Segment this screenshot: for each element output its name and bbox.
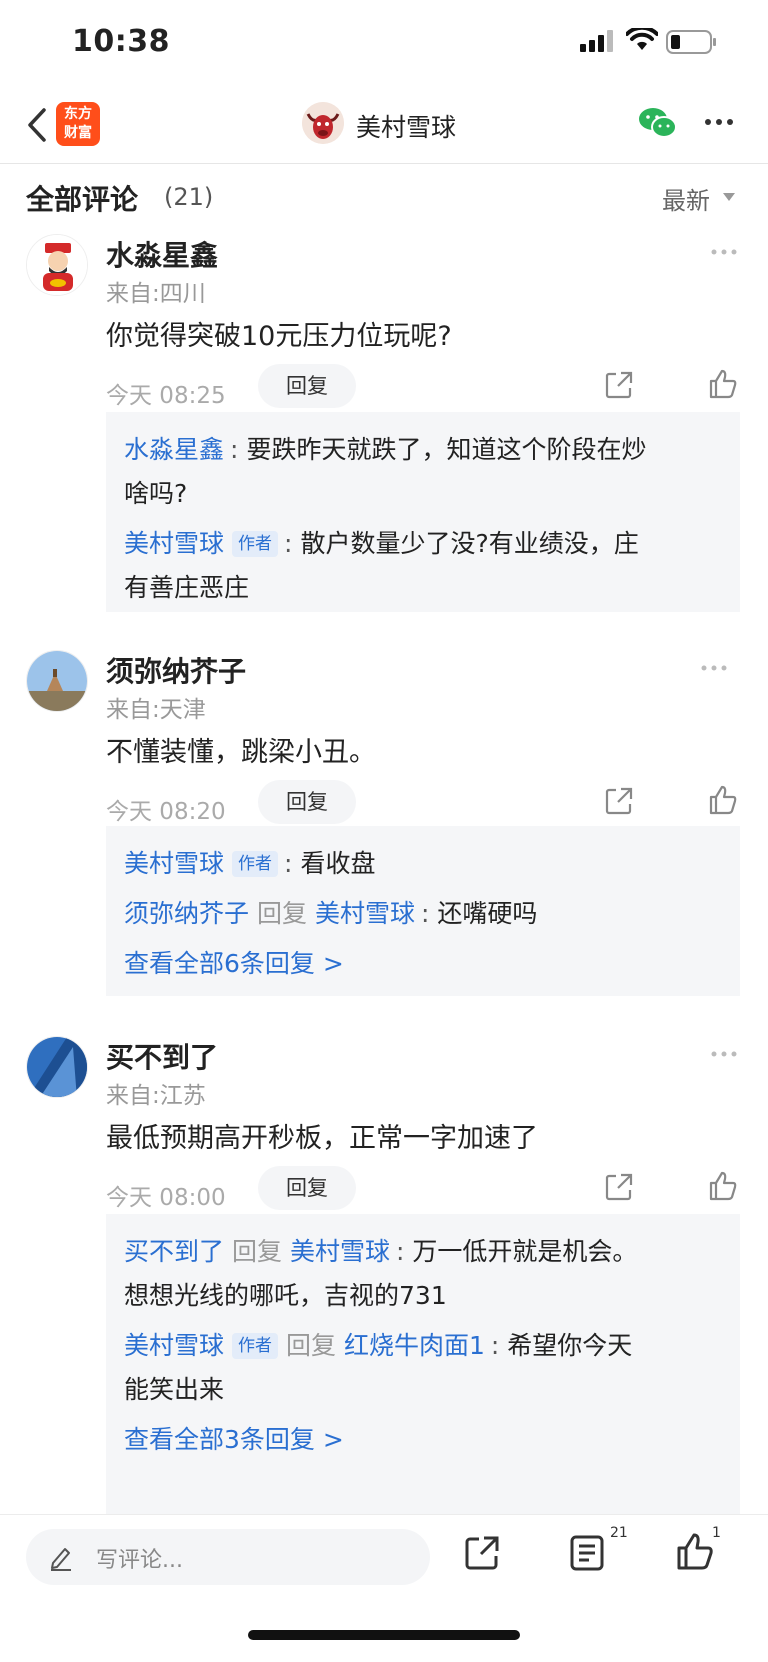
avatar[interactable] <box>26 1036 88 1098</box>
reply-line: 美村雪球 作者: 散户数量少了没?有业绩没，庄 有善庄恶庄 <box>124 529 639 602</box>
author-tag: 作者 <box>232 1333 279 1359</box>
comment-time: 今天 08:20 <box>106 799 226 825</box>
logo-line2: 财富 <box>64 125 92 141</box>
reply-text-cont: 有善庄恶庄 <box>124 573 250 602</box>
reply-text: 要跌昨天就跌了，知道这个阶段在炒 <box>246 435 647 464</box>
landscape-avatar-icon <box>27 651 87 711</box>
reply-user[interactable]: 须弥纳芥子 <box>124 899 249 928</box>
reply-text: 看收盘 <box>300 849 376 878</box>
reply-button[interactable]: 回复 <box>258 780 356 824</box>
comment-author[interactable]: 买不到了 <box>106 1036 218 1076</box>
blue-avatar-icon <box>27 1037 87 1097</box>
like-count-badge: 1 <box>712 1525 721 1541</box>
comments-title: 全部评论 <box>26 183 139 216</box>
reply-box: 水淼星鑫: 要跌昨天就跌了，知道这个阶段在炒 啥吗? 美村雪球 作者: 散户数量少了没… <box>106 412 740 612</box>
signal-icon <box>580 30 613 52</box>
see-all-replies-link[interactable]: 查看全部3条回复 > <box>124 1418 722 1462</box>
share-icon[interactable] <box>604 370 634 400</box>
comment-text: 不懂装懂，跳梁小丑。 <box>106 737 376 768</box>
comment-author[interactable]: 水淼星鑫 <box>106 234 218 274</box>
reply-word: 回复 <box>285 1331 336 1360</box>
reply-button[interactable]: 回复 <box>258 1166 356 1210</box>
author-avatar[interactable] <box>302 102 344 144</box>
pen-icon <box>51 1548 71 1571</box>
more-icon[interactable] <box>704 118 734 126</box>
home-indicator[interactable] <box>248 1630 520 1640</box>
reply-line: 买不到了 回复 美村雪球: 万一低开就是机会。 想想光线的哪吒，吉视的731 <box>124 1237 638 1310</box>
like-icon[interactable] <box>708 368 738 400</box>
caret-down-icon[interactable] <box>723 193 735 201</box>
reply-box: 美村雪球 作者: 看收盘 须弥纳芥子 回复 美村雪球: 还嘴硬吗 查看全部6条回复 > <box>106 826 740 996</box>
comment-author[interactable]: 须弥纳芥子 <box>106 650 246 690</box>
comments-count: (21) <box>164 183 214 211</box>
page-title: 美村雪球 <box>356 113 457 142</box>
see-all-replies-link[interactable]: 查看全部6条回复 > <box>124 942 722 986</box>
battery-icon <box>666 30 716 54</box>
reply-line: 须弥纳芥子 回复 美村雪球: 还嘴硬吗 <box>124 899 538 928</box>
write-comment-input[interactable]: 写评论... <box>26 1529 430 1585</box>
wifi-icon <box>626 28 658 50</box>
reply-line: 美村雪球 作者: 看收盘 <box>124 849 376 878</box>
reply-target[interactable]: 美村雪球 <box>315 899 415 928</box>
like-icon[interactable] <box>676 1531 714 1571</box>
reply-text: 希望你今天 <box>507 1331 633 1360</box>
back-icon[interactable] <box>22 104 52 146</box>
share-icon[interactable] <box>604 786 634 816</box>
comment-text: 最低预期高开秒板，正常一字加速了 <box>106 1123 538 1154</box>
comment-location: 来自:江苏 <box>106 1083 206 1109</box>
sort-dropdown[interactable]: 最新 <box>662 181 710 216</box>
reply-word: 回复 <box>231 1237 282 1266</box>
reply-button[interactable]: 回复 <box>258 364 356 408</box>
reply-user[interactable]: 美村雪球 <box>124 1331 224 1360</box>
comment-location: 来自:天津 <box>106 697 206 723</box>
comment-text: 你觉得突破10元压力位玩呢? <box>106 321 452 352</box>
comment-time: 今天 08:25 <box>106 383 226 409</box>
reply-line: 美村雪球 作者 回复 红烧牛肉面1: 希望你今天 能笑出来 <box>124 1331 633 1404</box>
logo-line1: 东方 <box>64 106 92 122</box>
reply-target[interactable]: 美村雪球 <box>290 1237 390 1266</box>
author-tag: 作者 <box>232 851 279 877</box>
reply-word: 回复 <box>256 899 307 928</box>
reply-user[interactable]: 水淼星鑫 <box>124 435 224 464</box>
caishen-avatar-icon <box>27 235 87 295</box>
more-icon[interactable] <box>710 248 738 256</box>
share-icon[interactable] <box>464 1535 500 1571</box>
bull-avatar-icon <box>302 102 344 144</box>
wechat-icon[interactable] <box>638 106 678 140</box>
eastmoney-logo[interactable]: 东方 财富 <box>56 102 100 146</box>
more-icon[interactable] <box>700 664 728 672</box>
reply-text-cont: 想想光线的哪吒，吉视的731 <box>124 1281 447 1310</box>
like-icon[interactable] <box>708 1170 738 1202</box>
reply-text: 散户数量少了没?有业绩没，庄 <box>300 529 639 558</box>
share-icon[interactable] <box>604 1172 634 1202</box>
reply-user[interactable]: 买不到了 <box>124 1237 224 1266</box>
more-icon[interactable] <box>710 1050 738 1058</box>
reply-user[interactable]: 美村雪球 <box>124 849 224 878</box>
comment-list-icon[interactable] <box>570 1535 604 1571</box>
like-icon[interactable] <box>708 784 738 816</box>
avatar[interactable] <box>26 234 88 296</box>
reply-user[interactable]: 美村雪球 <box>124 529 224 558</box>
avatar[interactable] <box>26 650 88 712</box>
comments-header: 全部评论 (21) 最新 <box>0 164 768 226</box>
reply-text-cont: 能笑出来 <box>124 1375 225 1404</box>
status-time: 10:38 <box>72 24 170 59</box>
write-comment-placeholder: 写评论... <box>96 1548 183 1573</box>
reply-line: 水淼星鑫: 要跌昨天就跌了，知道这个阶段在炒 啥吗? <box>124 435 647 508</box>
nav-bar: 东方 财富 美村雪球 <box>0 92 768 164</box>
comment-location: 来自:四川 <box>106 281 206 307</box>
comment-count-badge: 21 <box>610 1525 628 1541</box>
reply-text-cont: 啥吗? <box>124 479 188 508</box>
reply-text: 万一低开就是机会。 <box>412 1237 638 1266</box>
reply-text: 还嘴硬吗 <box>437 899 538 928</box>
status-bar: 10:38 <box>0 0 768 84</box>
comment-time: 今天 08:00 <box>106 1185 226 1211</box>
reply-box: 买不到了 回复 美村雪球: 万一低开就是机会。 想想光线的哪吒，吉视的731 美村… <box>106 1214 740 1514</box>
author-tag: 作者 <box>232 531 279 557</box>
reply-target[interactable]: 红烧牛肉面1 <box>344 1331 485 1360</box>
